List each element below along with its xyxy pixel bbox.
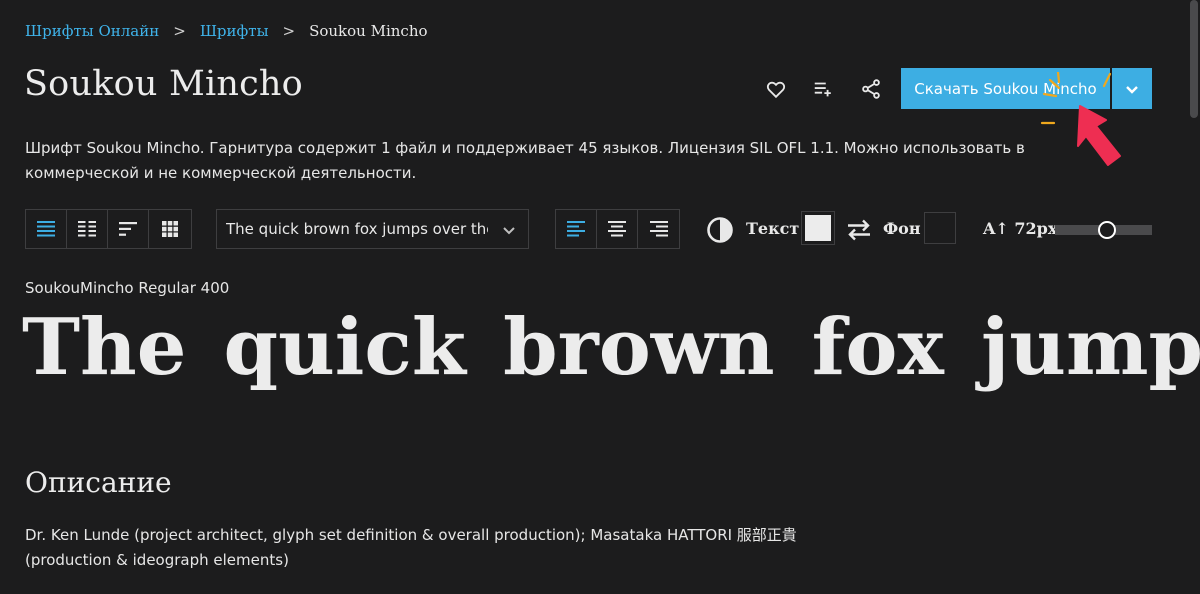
font-description: Шрифт Soukou Mincho. Гарнитура содержит … — [25, 139, 1025, 182]
font-size-value: 72px — [1014, 219, 1058, 238]
align-left-icon — [567, 221, 585, 237]
view-left-icon — [119, 222, 137, 236]
view-lines-button[interactable] — [26, 210, 67, 248]
share-icon — [862, 79, 880, 99]
text-color-swatch[interactable] — [801, 211, 835, 245]
scrollbar-thumb[interactable] — [1190, 0, 1198, 118]
chevron-down-icon — [503, 227, 515, 235]
align-right-icon — [649, 221, 668, 237]
view-grid-icon — [161, 221, 178, 237]
add-to-list-button[interactable] — [810, 76, 836, 102]
chevron-down-icon — [1126, 85, 1138, 94]
font-style-label: SoukouMincho Regular 400 — [25, 279, 230, 297]
background-color-label: Фон — [883, 219, 921, 238]
sample-text-value: The quick brown fox jumps over the lazy … — [226, 220, 488, 238]
view-mode-group — [25, 209, 192, 249]
font-preview-sample: The quick brown fox jumps — [22, 302, 1200, 393]
breadcrumb-link-home[interactable]: Шрифты Онлайн — [25, 22, 159, 40]
breadcrumb-separator: > — [173, 22, 186, 40]
alignment-group — [555, 209, 680, 249]
align-right-button[interactable] — [638, 210, 679, 248]
view-grid-button[interactable] — [149, 210, 190, 248]
font-size-slider-thumb[interactable] — [1098, 221, 1116, 239]
playlist-add-icon — [814, 82, 831, 97]
sample-text-select[interactable]: The quick brown fox jumps over the lazy … — [216, 209, 529, 249]
align-left-button[interactable] — [556, 210, 597, 248]
breadcrumb-separator: > — [282, 22, 296, 40]
font-credits: Dr. Ken Lunde (project architect, glyph … — [25, 526, 797, 569]
page-title: Soukou Mincho — [24, 64, 303, 104]
view-columns-button[interactable] — [67, 210, 108, 248]
view-left-button[interactable] — [108, 210, 149, 248]
contrast-icon[interactable] — [706, 216, 734, 244]
text-color-label: Текст — [746, 219, 800, 238]
heart-icon — [766, 81, 786, 99]
download-button[interactable]: Скачать Soukou Mincho — [901, 68, 1110, 109]
background-color-swatch[interactable] — [924, 212, 956, 244]
download-options-button[interactable] — [1112, 68, 1152, 109]
view-columns-icon — [78, 221, 96, 237]
share-button[interactable] — [858, 76, 884, 102]
favorite-button[interactable] — [763, 76, 789, 102]
breadcrumb-link-fonts[interactable]: Шрифты — [200, 22, 269, 40]
page-scrollbar[interactable] — [1188, 0, 1200, 594]
swap-colors-icon[interactable] — [845, 217, 873, 243]
breadcrumb-current: Soukou Mincho — [309, 22, 428, 40]
align-center-button[interactable] — [597, 210, 638, 248]
description-heading: Описание — [25, 466, 172, 499]
font-size-icon: A↑ — [983, 219, 1015, 238]
font-size-label: A↑ 72px — [983, 219, 1057, 238]
view-lines-icon — [37, 221, 55, 237]
breadcrumb: Шрифты Онлайн > Шрифты > Soukou Mincho — [25, 21, 428, 41]
align-center-icon — [608, 221, 626, 237]
